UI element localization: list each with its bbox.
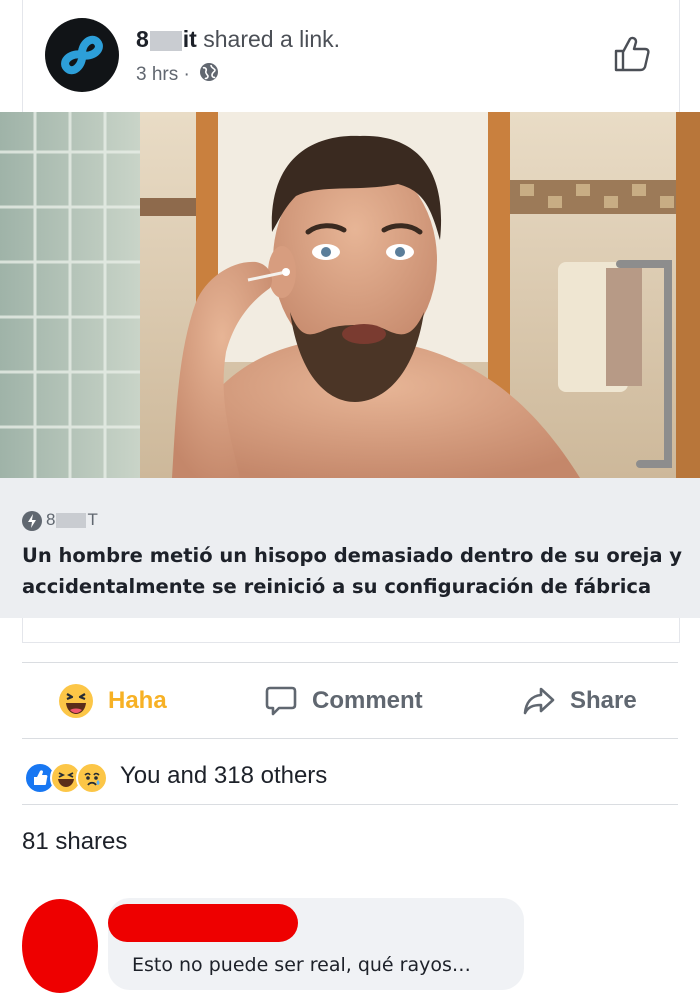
commenter-avatar-redacted[interactable] [22,899,98,993]
post-timestamp[interactable]: 3 hrs [136,64,178,85]
bolt-icon [22,510,42,531]
reactions-summary-text: You and 318 others [120,762,328,789]
comment-text: Esto no puede ser real, qué rayos… [132,954,471,976]
link-preview-image[interactable] [0,112,700,478]
shares-count[interactable]: 81 shares [22,828,127,856]
post-meta: 3 hrs · [136,62,219,88]
commenter-name-redacted[interactable] [108,904,298,942]
post-actions-bar: Haha Comment Share [22,662,678,739]
post-author-line: 8 it shared a link. [136,26,340,53]
link-preview-box[interactable]: 8T Un hombre metió un hisopo demasiado d… [0,478,700,618]
link-source: 8T [22,510,98,531]
page-avatar[interactable] [45,18,119,92]
comment-label: Comment [312,686,423,714]
sad-reaction-icon [76,762,108,794]
share-arrow-icon [523,687,555,714]
post-action-text: shared a link. [196,26,341,52]
haha-button[interactable]: Haha [58,663,167,738]
haha-label: Haha [108,686,167,714]
redaction-block [149,30,182,51]
redaction-block [56,513,87,529]
reaction-icons [24,762,116,794]
post-card: 8 it shared a link. 3 hrs · 8 T Un hombr… [0,0,700,1002]
globe-icon [199,62,219,88]
comment-bubble-icon [265,686,297,715]
like-outline-icon[interactable] [613,35,651,78]
share-button[interactable]: Share [522,663,637,738]
comment-button[interactable]: Comment [264,663,423,738]
infinity-logo-icon [61,35,103,75]
meta-separator: · [183,64,190,85]
author-name[interactable]: 8 it [136,26,197,52]
reactions-summary[interactable]: You and 318 others [22,738,678,805]
link-box-bottom-border [22,618,680,643]
comment-bubble: Esto no puede ser real, qué rayos… [108,898,524,990]
link-title[interactable]: Un hombre metió un hisopo demasiado dent… [22,540,682,602]
haha-emoji-icon [59,683,93,718]
post-header: 8 it shared a link. 3 hrs · [22,0,680,112]
share-label: Share [570,686,637,714]
man-with-cotton-swab-image [0,112,700,478]
